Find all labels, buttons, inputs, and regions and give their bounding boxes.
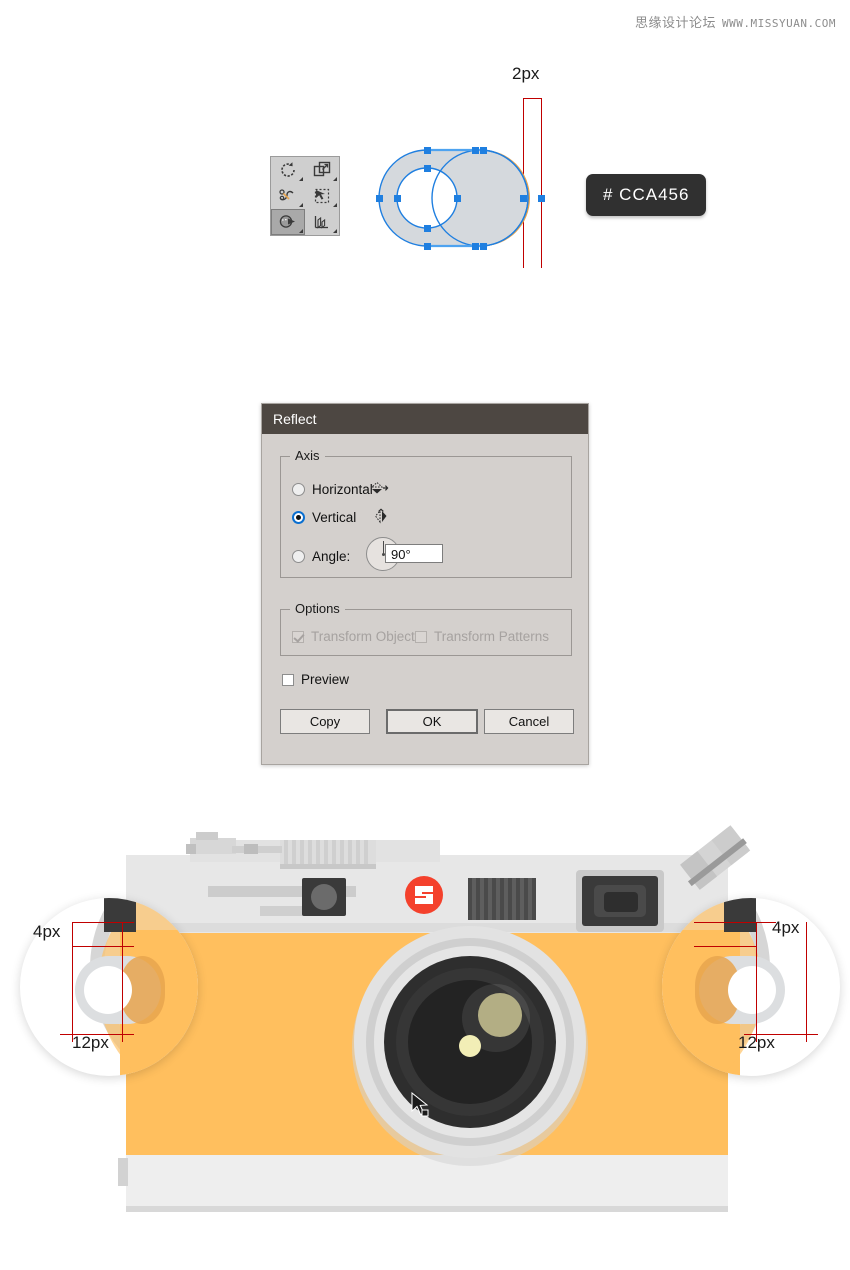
blend-icon bbox=[279, 215, 295, 228]
anchor-point[interactable] bbox=[519, 194, 527, 202]
anchor-point[interactable] bbox=[453, 194, 461, 202]
site-watermark: 思缘设计论坛 WWW.MISSYUAN.COM bbox=[635, 12, 836, 31]
free-transform-icon bbox=[314, 188, 330, 204]
tool-flyout-corner-icon bbox=[333, 229, 337, 233]
radio-horizontal[interactable]: Horizontal bbox=[292, 482, 373, 497]
tool-palette[interactable] bbox=[270, 156, 340, 236]
dimension-label-2px: 2px bbox=[512, 64, 540, 83]
checkbox-transform-objects[interactable]: Transform Objects bbox=[292, 629, 422, 644]
vector-shape-diagram[interactable] bbox=[375, 146, 545, 250]
checkbox-transform-patterns-control[interactable] bbox=[415, 630, 427, 643]
tool-flyout-corner-icon bbox=[333, 177, 337, 181]
anchor-point[interactable] bbox=[471, 146, 479, 154]
scissors-reshape-icon bbox=[279, 189, 294, 201]
scale-icon bbox=[313, 161, 331, 177]
vertical-flip-icon bbox=[374, 508, 387, 524]
scale-tool-button[interactable] bbox=[305, 157, 339, 183]
mouse-cursor-icon bbox=[411, 1092, 429, 1117]
right-redline-h-mid bbox=[694, 946, 756, 947]
anchor-point[interactable] bbox=[479, 146, 487, 154]
checkbox-transform-objects-label: Transform Objects bbox=[311, 629, 422, 644]
checkbox-transform-objects-control[interactable] bbox=[292, 630, 304, 643]
left-redline-v-inner bbox=[122, 922, 123, 1042]
right-redline-v-inner bbox=[756, 922, 757, 1042]
right-label-12px: 12px bbox=[738, 1033, 775, 1052]
tool-flyout-corner-icon bbox=[299, 203, 303, 207]
copy-button[interactable]: Copy bbox=[280, 709, 370, 734]
right-redline-h-top bbox=[694, 922, 776, 923]
checkbox-transform-patterns[interactable]: Transform Patterns bbox=[415, 629, 549, 644]
left-label-4px: 4px bbox=[33, 922, 61, 941]
radio-horizontal-label: Horizontal bbox=[312, 482, 373, 497]
angle-input[interactable]: 90° bbox=[385, 544, 443, 563]
anchor-point[interactable] bbox=[423, 242, 431, 250]
radio-vertical-control[interactable] bbox=[292, 511, 305, 524]
checkbox-transform-patterns-label: Transform Patterns bbox=[434, 629, 550, 644]
dialog-titlebar: Reflect bbox=[262, 404, 588, 434]
ok-button[interactable]: OK bbox=[386, 709, 478, 734]
rotate-tool-button[interactable] bbox=[271, 157, 305, 183]
watermark-url-text: WWW.MISSYUAN.COM bbox=[722, 17, 836, 30]
radio-vertical-label: Vertical bbox=[312, 510, 357, 525]
blend-tool-button[interactable] bbox=[271, 209, 305, 235]
tool-flyout-corner-icon bbox=[299, 177, 303, 181]
reflect-dialog[interactable]: Reflect Axis Horizontal Vertical Angle: … bbox=[261, 403, 589, 765]
radio-vertical[interactable]: Vertical bbox=[292, 510, 356, 525]
options-legend: Options bbox=[290, 601, 345, 616]
horizontal-flip-icon bbox=[370, 481, 389, 494]
anchor-point[interactable] bbox=[471, 242, 479, 250]
red-guide-top-tick bbox=[523, 98, 542, 99]
radio-horizontal-control[interactable] bbox=[292, 483, 305, 496]
radio-angle[interactable]: Angle: bbox=[292, 549, 350, 564]
rotate-icon bbox=[281, 162, 295, 177]
dialog-title: Reflect bbox=[273, 411, 317, 427]
axis-legend: Axis bbox=[290, 448, 325, 463]
anchor-point[interactable] bbox=[375, 194, 383, 202]
right-redline-v-outer bbox=[806, 922, 807, 1042]
right-label-4px: 4px bbox=[772, 918, 800, 937]
anchor-point[interactable] bbox=[423, 224, 431, 232]
left-redline-v-outer bbox=[72, 922, 73, 1042]
tool-flyout-corner-icon bbox=[299, 229, 303, 233]
left-redline-h-mid bbox=[72, 946, 134, 947]
graph-tool-button[interactable] bbox=[305, 209, 339, 235]
radio-angle-control[interactable] bbox=[292, 550, 305, 563]
anchor-point[interactable] bbox=[537, 194, 545, 202]
color-value-chip: # CCA456 bbox=[586, 174, 707, 216]
free-transform-tool-button[interactable] bbox=[305, 183, 339, 209]
radio-angle-label: Angle: bbox=[312, 549, 351, 564]
anchor-point[interactable] bbox=[479, 242, 487, 250]
reshape-tool-button[interactable] bbox=[271, 183, 305, 209]
checkbox-preview[interactable]: Preview bbox=[282, 672, 349, 687]
watermark-chinese-text: 思缘设计论坛 bbox=[635, 16, 717, 31]
cancel-button[interactable]: Cancel bbox=[484, 709, 574, 734]
checkbox-preview-label: Preview bbox=[301, 672, 350, 687]
left-label-12px: 12px bbox=[72, 1033, 109, 1052]
anchor-point[interactable] bbox=[423, 164, 431, 172]
anchor-point[interactable] bbox=[423, 146, 431, 154]
left-redline-h-top bbox=[72, 922, 134, 923]
checkbox-preview-control[interactable] bbox=[282, 673, 294, 686]
graph-icon bbox=[314, 216, 328, 229]
tool-flyout-corner-icon bbox=[333, 203, 337, 207]
anchor-point[interactable] bbox=[393, 194, 401, 202]
